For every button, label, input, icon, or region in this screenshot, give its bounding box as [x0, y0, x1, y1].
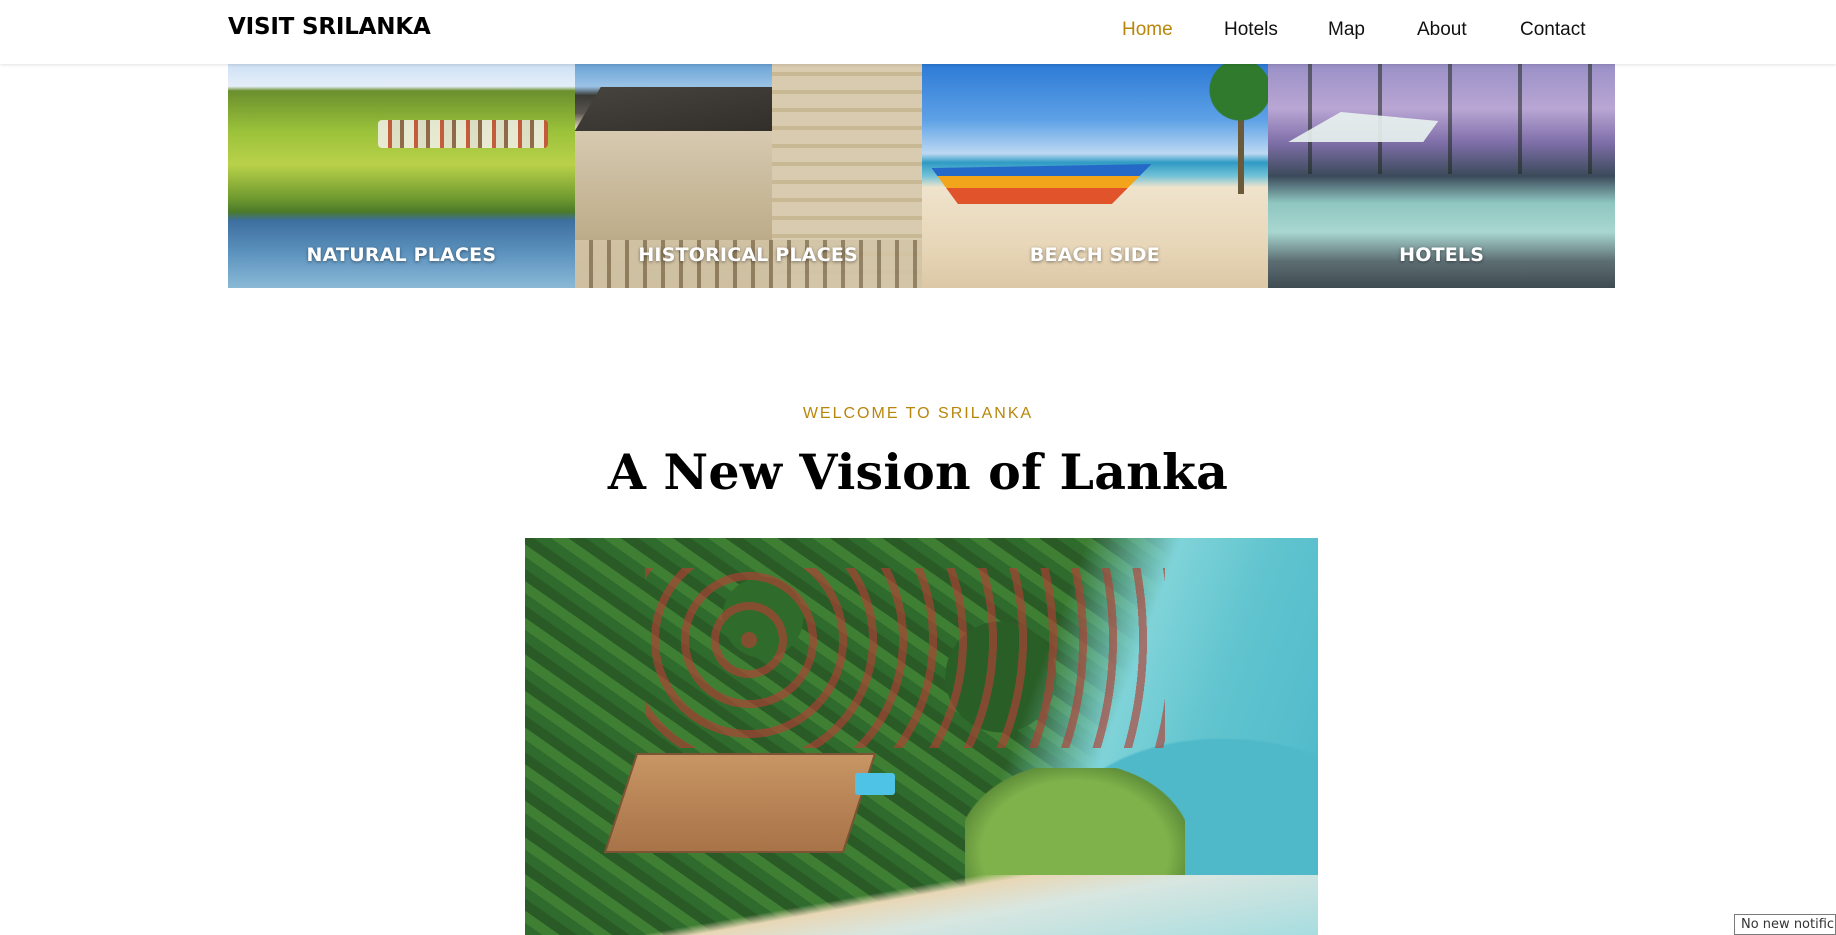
category-label: HOTELS [1399, 244, 1485, 266]
pool [855, 773, 895, 795]
category-label: HISTORICAL PLACES [638, 244, 858, 266]
welcome-kicker: WELCOME TO SRILANKA [802, 405, 1034, 422]
hotel-building [603, 753, 877, 853]
category-tiles: NATURAL PLACES HISTORICAL PLACES BEACH S… [228, 64, 1615, 288]
category-label: BEACH SIDE [1029, 244, 1160, 266]
notification-status[interactable]: No new notific [1734, 914, 1836, 935]
palm-trees-image [1268, 64, 1615, 174]
category-beach-side[interactable]: BEACH SIDE [921, 64, 1269, 288]
category-natural-places[interactable]: NATURAL PLACES [228, 64, 575, 288]
category-historical-places[interactable]: HISTORICAL PLACES [574, 64, 922, 288]
nav-about[interactable]: About [1417, 19, 1467, 41]
category-label: NATURAL PLACES [306, 244, 497, 266]
shoreline [525, 875, 1318, 935]
boat-image [931, 164, 1152, 204]
nav-hotels[interactable]: Hotels [1224, 19, 1278, 41]
main-nav: Home Hotels Map About Contact [0, 19, 1836, 43]
town-roofs [645, 568, 1165, 748]
nav-home[interactable]: Home [1122, 19, 1173, 41]
nav-map[interactable]: Map [1328, 19, 1365, 41]
aerial-coast-image [525, 538, 1318, 935]
nav-contact[interactable]: Contact [1520, 19, 1585, 41]
site-header: VISIT SRILANKA Home Hotels Map About Con… [0, 0, 1836, 64]
village-houses-image [378, 120, 548, 148]
palm-tree-image [1198, 64, 1269, 194]
page-title: A New Vision of Lanka [607, 443, 1229, 501]
category-hotels[interactable]: HOTELS [1268, 64, 1615, 288]
